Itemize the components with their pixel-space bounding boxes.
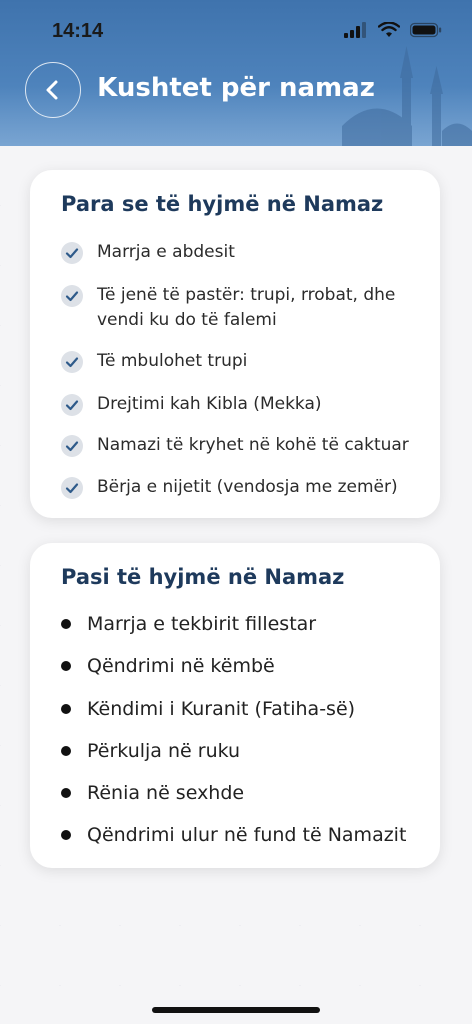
list-item: Përkulja në ruku (61, 740, 431, 762)
bullet-icon (61, 746, 71, 756)
list-item: Të mbulohet trupi (61, 349, 411, 374)
checkmark-icon (61, 242, 83, 264)
list-item-text: Rënia në sexhde (87, 782, 245, 804)
list-item-text: Përkulja në ruku (87, 740, 241, 762)
list-item: Të jenë të pastër: trupi, rrobat, dhe ve… (61, 283, 411, 333)
bullet-icon (61, 704, 71, 714)
wifi-icon (378, 22, 400, 37)
cellular-signal-icon (344, 22, 366, 38)
bullet-icon (61, 788, 71, 798)
bullet-icon (61, 619, 71, 629)
list-item: Drejtimi kah Kibla (Mekka) (61, 392, 411, 417)
bullet-icon (61, 661, 71, 671)
before-namaz-card: Para se të hyjmë në Namaz Marrja e abdes… (30, 170, 440, 518)
list-item: Namazi të kryhet në kohë të caktuar (61, 433, 411, 458)
list-item-text: Namazi të kryhet në kohë të caktuar (97, 435, 409, 455)
list-item: Bërja e nijetit (vendosja me zemër) (61, 475, 411, 500)
home-indicator[interactable] (152, 1007, 320, 1013)
page-title: Kushtet për namaz (97, 73, 375, 103)
status-icons (344, 22, 442, 38)
battery-icon (410, 22, 442, 38)
list-item-text: Qëndrimi ulur në fund të Namazit (87, 824, 407, 846)
list-item: Rënia në sexhde (61, 782, 431, 804)
list-item-text: Marrja e abdesit (97, 242, 235, 262)
list-item-text: Drejtimi kah Kibla (Mekka) (97, 394, 322, 414)
list-item-text: Marrja e tekbirit fillestar (87, 613, 317, 635)
status-bar: 14:14 (0, 0, 472, 56)
checkmark-icon (61, 435, 83, 457)
checkmark-icon (61, 285, 83, 307)
status-time: 14:14 (52, 20, 104, 42)
checkmark-icon (61, 351, 83, 373)
list-item: Qëndrimi në këmbë (61, 655, 431, 677)
list-item-text: Këndimi i Kuranit (Fatiha-së) (87, 698, 356, 720)
list-item: Qëndrimi ulur në fund të Namazit (61, 824, 431, 846)
list-item: Këndimi i Kuranit (Fatiha-së) (61, 698, 431, 720)
list-item-text: Bërja e nijetit (vendosja me zemër) (97, 477, 398, 497)
card-title-before: Para se të hyjmë në Namaz (61, 192, 384, 216)
card-title-after: Pasi të hyjmë në Namaz (61, 565, 345, 589)
list-item-text: Të mbulohet trupi (97, 351, 248, 371)
bullet-icon (61, 830, 71, 840)
checkmark-icon (61, 394, 83, 416)
checkmark-icon (61, 477, 83, 499)
list-item: Marrja e tekbirit fillestar (61, 613, 431, 635)
list-item-text: Qëndrimi në këmbë (87, 655, 275, 677)
list-item-text: Të jenë të pastër: trupi, rrobat, dhe ve… (97, 285, 396, 330)
after-namaz-card: Pasi të hyjmë në Namaz Marrja e tekbirit… (30, 543, 440, 868)
header: 14:14 Kushtet për namaz (0, 0, 472, 146)
list-item: Marrja e abdesit (61, 240, 411, 265)
